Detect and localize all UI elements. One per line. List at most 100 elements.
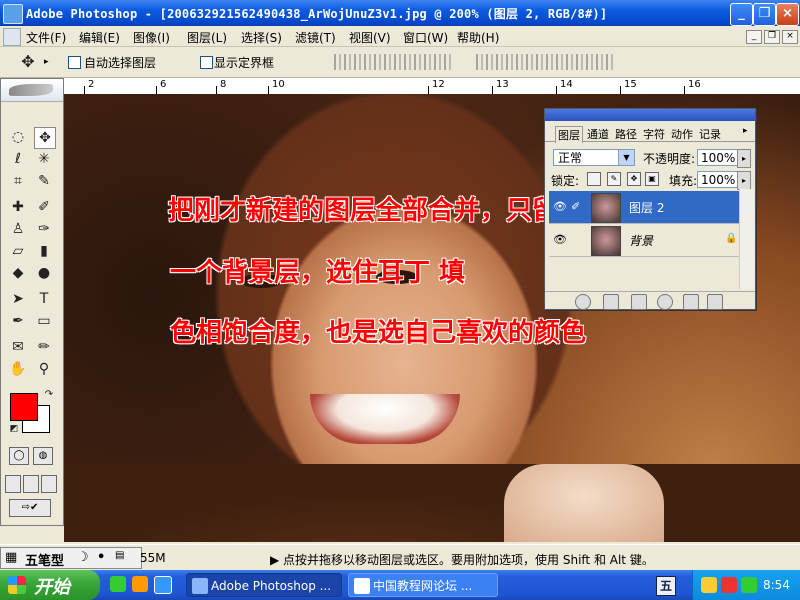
layer-name[interactable]: 图层 2 bbox=[629, 199, 664, 216]
blend-mode-select[interactable]: 正常 ▼ bbox=[553, 149, 635, 166]
screen-mode-standard-button[interactable] bbox=[5, 475, 21, 493]
quick-mask-button[interactable]: ◍ bbox=[33, 447, 53, 465]
new-layer-icon[interactable] bbox=[683, 294, 699, 310]
tab-actions[interactable]: 动作 bbox=[669, 126, 695, 142]
blur-tool-icon[interactable]: ◆ bbox=[8, 263, 28, 283]
align-buttons-icon[interactable] bbox=[334, 54, 454, 70]
history-brush-icon[interactable]: ✑ bbox=[34, 219, 54, 239]
clock: 8:54 bbox=[763, 578, 790, 592]
lock-position-icon[interactable]: ✥ bbox=[627, 172, 641, 186]
opacity-arrow-icon[interactable]: ▸ bbox=[737, 149, 751, 168]
panel-menu-arrow-icon[interactable]: ▸ bbox=[741, 126, 750, 136]
eyedropper-tool-icon[interactable]: ✏ bbox=[34, 337, 54, 357]
trash-icon[interactable] bbox=[707, 294, 723, 310]
slice-tool-icon[interactable]: ✎ bbox=[34, 171, 54, 191]
pen-tool-icon[interactable]: ✒ bbox=[8, 311, 28, 331]
layer-row-background[interactable]: 👁 背景 🔒 bbox=[549, 224, 739, 257]
lock-transparency-icon[interactable] bbox=[587, 172, 601, 186]
layers-scrollbar[interactable] bbox=[739, 189, 754, 289]
menu-file[interactable]: 文件(F) bbox=[26, 29, 66, 46]
gradient-tool-icon[interactable]: ▮ bbox=[34, 241, 54, 261]
menu-help[interactable]: 帮助(H) bbox=[457, 29, 499, 46]
ie-icon[interactable] bbox=[154, 576, 172, 594]
show-bounding-box-label: 显示定界框 bbox=[214, 56, 275, 70]
tab-character[interactable]: 字符 bbox=[641, 126, 667, 142]
jump-to-imageready-button[interactable]: ⇨✔ bbox=[9, 499, 51, 517]
fill-arrow-icon[interactable]: ▸ bbox=[737, 171, 751, 190]
notes-tool-icon[interactable]: ✉ bbox=[8, 337, 28, 357]
marquee-tool-icon[interactable]: ◌ bbox=[8, 127, 28, 147]
ime-status-bar[interactable]: ▦ 五笔型 ☽ • ▤ bbox=[0, 547, 142, 569]
screen-mode-full-menu-button[interactable] bbox=[23, 475, 39, 493]
auto-select-layer-checkbox[interactable] bbox=[68, 56, 81, 69]
visibility-eye-icon[interactable]: 👁 bbox=[553, 200, 567, 214]
visibility-eye-icon[interactable]: 👁 bbox=[553, 233, 567, 247]
punctuation-icon[interactable]: • bbox=[97, 550, 105, 565]
eraser-tool-icon[interactable]: ▱ bbox=[8, 241, 28, 261]
path-selection-icon[interactable]: ➤ bbox=[8, 289, 28, 309]
ruler-tick-mark bbox=[216, 86, 217, 94]
foreground-color-swatch[interactable] bbox=[10, 393, 38, 421]
new-set-icon[interactable] bbox=[631, 294, 647, 310]
tool-preset-arrow-icon[interactable]: ▸ bbox=[44, 57, 49, 67]
move-tool-icon[interactable]: ✥ bbox=[34, 127, 56, 149]
shape-tool-icon[interactable]: ▭ bbox=[34, 311, 54, 331]
show-bounding-box-checkbox[interactable] bbox=[200, 56, 213, 69]
hand-tool-icon[interactable]: ✋ bbox=[8, 359, 28, 379]
restore-button[interactable]: ❐ bbox=[753, 3, 776, 26]
screen-mode-full-button[interactable] bbox=[41, 475, 57, 493]
move-tool-icon[interactable]: ✥ bbox=[18, 52, 38, 72]
shield-icon[interactable] bbox=[701, 577, 717, 593]
adjustment-layer-icon[interactable] bbox=[657, 294, 673, 310]
menu-filter[interactable]: 滤镜(T) bbox=[295, 29, 336, 46]
magic-wand-icon[interactable]: ✳ bbox=[34, 149, 54, 169]
menu-select[interactable]: 选择(S) bbox=[241, 29, 282, 46]
tab-history[interactable]: 记录 bbox=[697, 126, 723, 142]
taskbar-item-photoshop[interactable]: Adobe Photoshop ... bbox=[186, 573, 342, 597]
crop-tool-icon[interactable]: ⌗ bbox=[8, 171, 28, 191]
ruler-tick: 16 bbox=[688, 79, 701, 90]
swap-colors-icon[interactable]: ↷ bbox=[39, 385, 59, 405]
menu-image[interactable]: 图像(I) bbox=[133, 29, 170, 46]
doc-close-button[interactable]: × bbox=[782, 30, 798, 44]
lock-label: 锁定: bbox=[551, 174, 580, 188]
menu-layer[interactable]: 图层(L) bbox=[187, 29, 227, 46]
menu-window[interactable]: 窗口(W) bbox=[403, 29, 448, 46]
default-colors-icon[interactable]: ◩ bbox=[4, 419, 24, 439]
annotation-text-line3: 色相饱合度，也是选自己喜欢的颜色 bbox=[170, 318, 587, 348]
standard-mode-button[interactable]: ◯ bbox=[9, 447, 29, 465]
healing-brush-icon[interactable]: ✚ bbox=[8, 197, 28, 217]
network-icon[interactable] bbox=[721, 577, 737, 593]
taskbar-item-forum[interactable]: 中国教程网论坛 ... bbox=[348, 573, 498, 597]
lock-image-icon[interactable]: ✎ bbox=[607, 172, 621, 186]
close-button[interactable]: × bbox=[776, 3, 799, 26]
minimize-button[interactable]: _ bbox=[730, 3, 753, 26]
ime-indicator[interactable]: 五 bbox=[656, 576, 676, 596]
zoom-tool-icon[interactable]: ⚲ bbox=[34, 359, 54, 379]
document-icon[interactable] bbox=[3, 28, 21, 46]
distribute-buttons-icon[interactable] bbox=[476, 54, 616, 70]
type-tool-icon[interactable]: T bbox=[34, 289, 54, 309]
lock-all-icon[interactable]: ▣ bbox=[645, 172, 659, 186]
tab-layers[interactable]: 图层 bbox=[555, 126, 583, 143]
tab-paths[interactable]: 路径 bbox=[613, 126, 639, 142]
lasso-tool-icon[interactable]: ℓ bbox=[8, 149, 28, 169]
menu-edit[interactable]: 编辑(E) bbox=[79, 29, 120, 46]
brush-tool-icon[interactable]: ✐ bbox=[34, 197, 54, 217]
add-mask-icon[interactable] bbox=[603, 294, 619, 310]
clone-stamp-icon[interactable]: ♙ bbox=[8, 219, 28, 239]
dodge-tool-icon[interactable]: ● bbox=[34, 263, 54, 283]
tab-channels[interactable]: 通道 bbox=[585, 126, 611, 142]
start-button[interactable]: 开始 bbox=[0, 570, 100, 600]
layer-style-icon[interactable] bbox=[575, 294, 591, 310]
menu-view[interactable]: 视图(V) bbox=[349, 29, 391, 46]
doc-minimize-button[interactable]: _ bbox=[746, 30, 762, 44]
quicklaunch-orange-icon[interactable] bbox=[132, 576, 148, 592]
moon-icon[interactable]: ☽ bbox=[77, 550, 89, 565]
tray-green-icon[interactable] bbox=[741, 577, 757, 593]
doc-restore-button[interactable]: ❐ bbox=[764, 30, 780, 44]
layer-name[interactable]: 背景 bbox=[629, 232, 653, 249]
quicklaunch-green-icon[interactable] bbox=[110, 576, 126, 592]
keyboard-icon[interactable]: ▤ bbox=[115, 550, 124, 561]
layer-row-layer2[interactable]: 👁 ✐ 图层 2 bbox=[549, 191, 739, 224]
